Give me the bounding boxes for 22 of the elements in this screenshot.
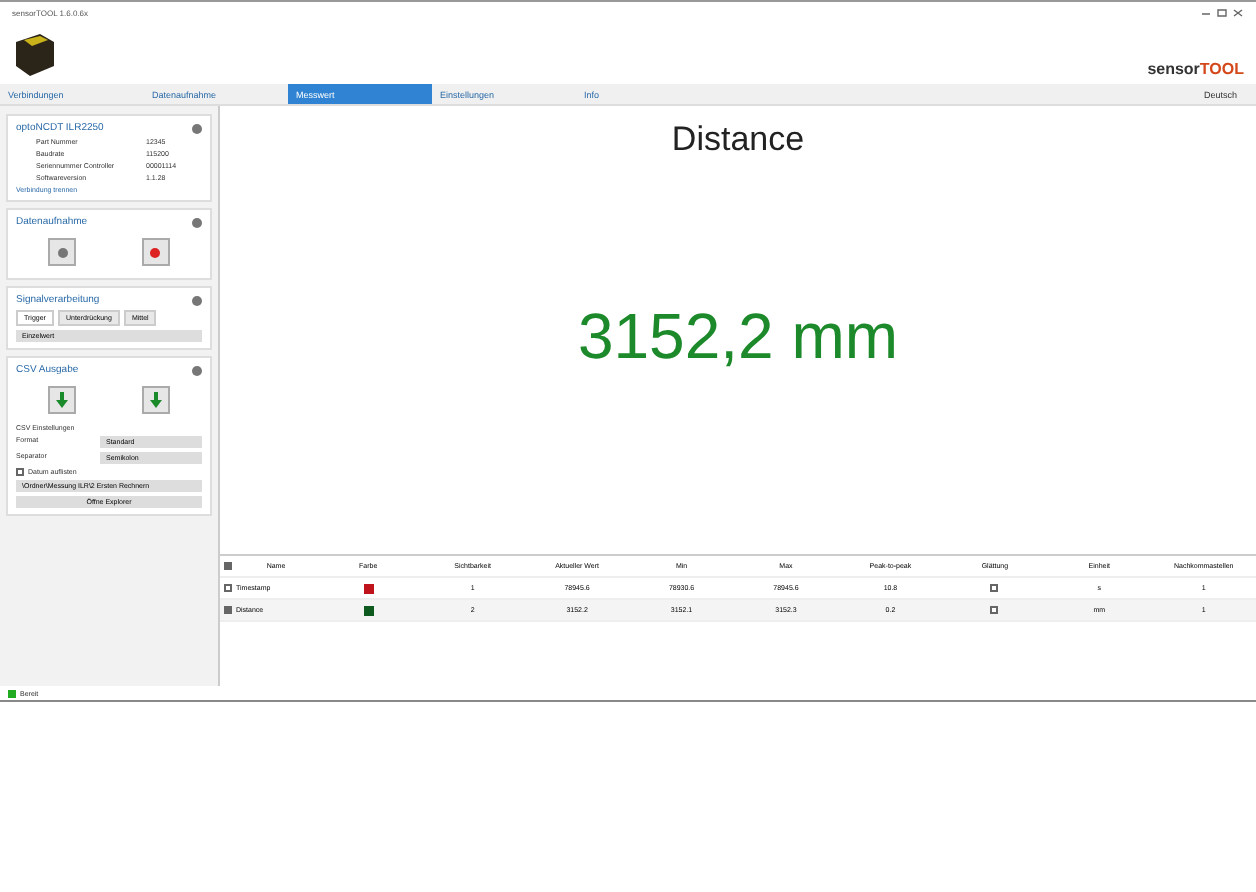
display-title: Distance [671,120,805,160]
download-arrow-icon [56,392,69,408]
settings-icon[interactable] [192,295,202,305]
record-button[interactable] [141,238,170,266]
row-checkbox[interactable] [224,606,232,614]
settings-icon[interactable] [192,123,202,133]
download-arrow-icon [149,392,162,408]
search-button[interactable] [48,238,77,266]
smoothing-checkbox[interactable] [990,606,999,614]
download-button[interactable] [141,386,170,414]
measurement-value: 3152,2 mm [577,300,899,374]
settings-icon[interactable] [192,217,202,227]
download-button[interactable] [48,386,77,414]
row-checkbox[interactable] [224,584,232,592]
settings-icon[interactable] [192,365,202,375]
sensor-device-icon [12,30,56,78]
smoothing-checkbox[interactable] [990,584,999,592]
select-all-checkbox[interactable] [224,562,232,570]
window-controls-icon [1200,7,1244,17]
brand-logo: sensorTOOL [1147,60,1244,78]
status-icon [8,689,16,697]
checkbox[interactable] [16,468,24,476]
